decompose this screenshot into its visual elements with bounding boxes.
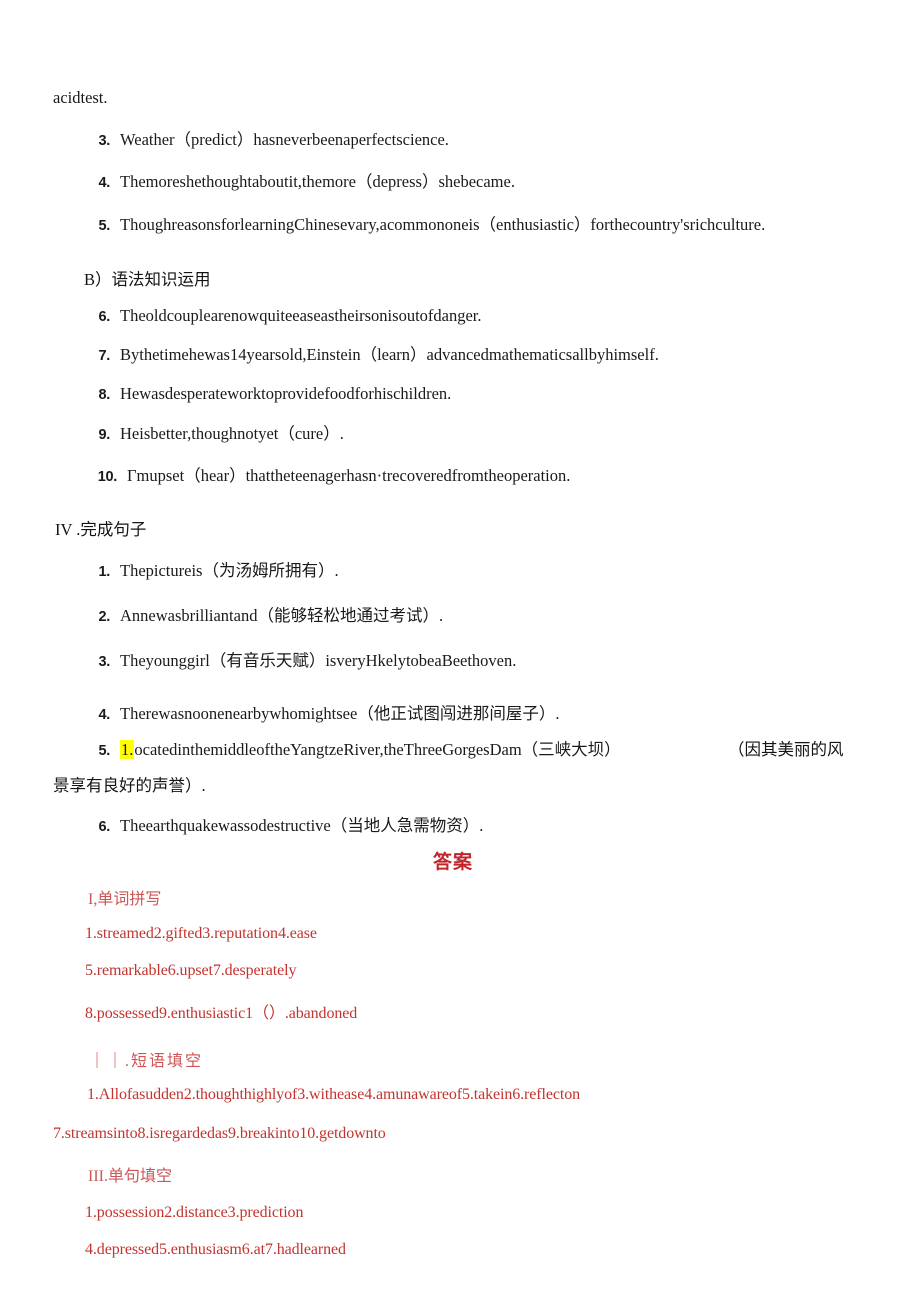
- question-item: 4. Therewasnoonenearbywhomightsee（他正试图闯进…: [84, 700, 560, 724]
- question-text: Γmupset（hear）thattheteenagerhasn·trecove…: [127, 466, 571, 485]
- question-text: Bythetimehewas14yearsold,Einstein（learn）…: [120, 345, 659, 364]
- answers-line: 1.Allofasudden2.thoughthighlyof3.witheas…: [87, 1086, 580, 1103]
- document-page: acidtest. 3. Weather（predict）hasneverbee…: [0, 0, 920, 1301]
- question-text: Heisbetter,thoughnotyet（cure）.: [120, 424, 344, 443]
- question-number: 8.: [98, 387, 111, 403]
- intro-fragment: acidtest.: [53, 88, 108, 107]
- question-number: 6.: [98, 819, 111, 835]
- answers-line: 1.streamed2.gifted3.reputation4.ease: [85, 925, 317, 942]
- answers-line: 1.possession2.distance3.prediction: [85, 1204, 304, 1221]
- answers-section-heading-1: I,单词拼写: [88, 891, 162, 908]
- question-number: 4.: [98, 175, 111, 191]
- question-item: 8. Hewasdesperateworktoprovidefoodforhis…: [84, 384, 452, 404]
- answers-section-heading-3: III.单句填空: [88, 1168, 172, 1185]
- question-item: 9. Heisbetter,thoughnotyet（cure）.: [84, 420, 344, 444]
- question-item-highlighted: 5. 1.ocatedinthemiddleoftheYangtzeRiver,…: [84, 736, 621, 760]
- answers-line: 7.streamsinto8.isregardedas9.breakinto10…: [53, 1125, 386, 1142]
- question-text: Themoreshethoughtaboutit,themore（depress…: [120, 172, 515, 191]
- question-text: Annewasbrilliantand（能够轻松地通过考试）.: [120, 606, 444, 625]
- yellow-highlight-text: 1.: [120, 740, 135, 759]
- question-text-tail: （因其美丽的风: [728, 740, 844, 759]
- question-number: 10.: [97, 469, 118, 485]
- question-item: 7. Bythetimehewas14yearsold,Einstein（lea…: [84, 341, 659, 365]
- question-text: Theearthquakewassodestructive（当地人急需物资）.: [120, 816, 484, 835]
- question-item: 2. Annewasbrilliantand（能够轻松地通过考试）.: [84, 602, 444, 626]
- question-item: 3. Theyounggirl（有音乐天赋）isveryHkelytobeaBe…: [84, 647, 517, 671]
- question-text: ocatedinthemiddleoftheYangtzeRiver,theTh…: [134, 740, 621, 759]
- answers-line: 4.depressed5.enthusiasm6.at7.hadlearned: [85, 1241, 346, 1258]
- question-number: 3.: [98, 654, 111, 670]
- question-number: 6.: [98, 309, 111, 325]
- question-item: 10. Γmupset（hear）thattheteenagerhasn·tre…: [84, 462, 571, 486]
- question-item: 3. Weather（predict）hasneverbeenaperfects…: [84, 126, 449, 150]
- section-iv-heading: IV .完成句子: [55, 520, 147, 539]
- question-number: 4.: [98, 707, 111, 723]
- answers-section-heading-2: ｜｜.短语填空: [89, 1053, 204, 1070]
- answers-line: 8.possessed9.enthusiastic1（）.abandoned: [85, 1005, 358, 1022]
- question-item: 4. Themoreshethoughtaboutit,themore（depr…: [84, 168, 515, 192]
- question-text: Thepictureis（为汤姆所拥有）.: [120, 561, 339, 580]
- question-item: 6. Theoldcouplearenowquiteeaseastheirson…: [84, 306, 482, 326]
- question-text: Therewasnoonenearbywhomightsee（他正试图闯进那间屋…: [120, 704, 560, 723]
- answers-line: 5.remarkable6.upset7.desperately: [85, 962, 297, 979]
- question-number: 9.: [98, 427, 111, 443]
- question-text-wrap: 景享有良好的声誉）.: [53, 776, 206, 795]
- question-number: 3.: [98, 133, 111, 149]
- question-item: 6. Theearthquakewassodestructive（当地人急需物资…: [84, 812, 484, 836]
- question-number: 7.: [98, 348, 111, 364]
- question-text: Hewasdesperateworktoprovidefoodforhischi…: [120, 384, 452, 403]
- question-number: 1.: [98, 564, 111, 580]
- question-number: 5.: [98, 743, 111, 759]
- question-number: 2.: [98, 609, 111, 625]
- answers-title: 答案: [433, 852, 474, 873]
- question-item: 5. ThoughreasonsforlearningChinesevary,a…: [84, 211, 766, 235]
- section-b-heading: B）语法知识运用: [84, 270, 211, 289]
- question-text: ThoughreasonsforlearningChinesevary,acom…: [120, 215, 766, 234]
- question-text: Theyounggirl（有音乐天赋）isveryHkelytobeaBeeth…: [120, 651, 517, 670]
- question-item: 1. Thepictureis（为汤姆所拥有）.: [84, 557, 339, 581]
- question-text: Theoldcouplearenowquiteeaseastheirsoniso…: [120, 306, 482, 325]
- question-number: 5.: [98, 218, 111, 234]
- question-text: Weather（predict）hasneverbeenaperfectscie…: [120, 130, 449, 149]
